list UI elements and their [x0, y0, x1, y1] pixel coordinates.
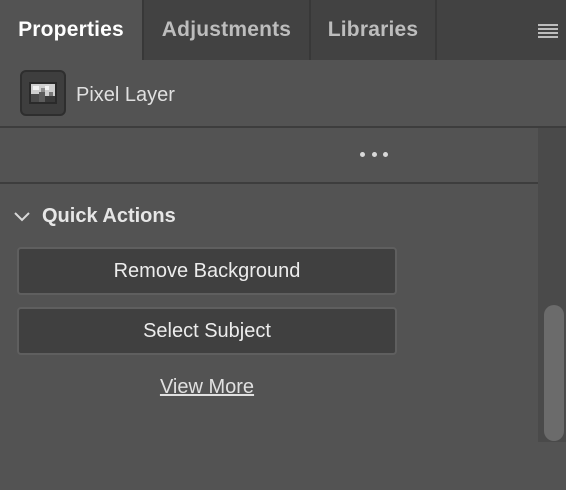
- pixel-layer-icon: [20, 70, 66, 116]
- tab-properties[interactable]: Properties: [0, 0, 142, 60]
- more-options-icon[interactable]: [360, 148, 388, 160]
- panel-tab-bar: Properties Adjustments Libraries: [0, 0, 566, 60]
- hamburger-menu-icon[interactable]: [538, 24, 558, 38]
- options-row: [0, 128, 538, 184]
- scrollbar-thumb[interactable]: [544, 305, 564, 441]
- quick-actions-header[interactable]: Quick Actions: [12, 202, 176, 230]
- layer-type-row: Pixel Layer: [0, 60, 566, 128]
- tab-libraries[interactable]: Libraries: [309, 0, 437, 60]
- chevron-down-icon[interactable]: [12, 206, 32, 226]
- select-subject-button[interactable]: Select Subject: [17, 307, 397, 355]
- layer-type-label: Pixel Layer: [76, 84, 175, 106]
- quick-actions-title: Quick Actions: [42, 204, 176, 227]
- tab-adjustments[interactable]: Adjustments: [142, 0, 309, 60]
- remove-background-button[interactable]: Remove Background: [17, 247, 397, 295]
- view-more-link[interactable]: View More: [17, 376, 397, 399]
